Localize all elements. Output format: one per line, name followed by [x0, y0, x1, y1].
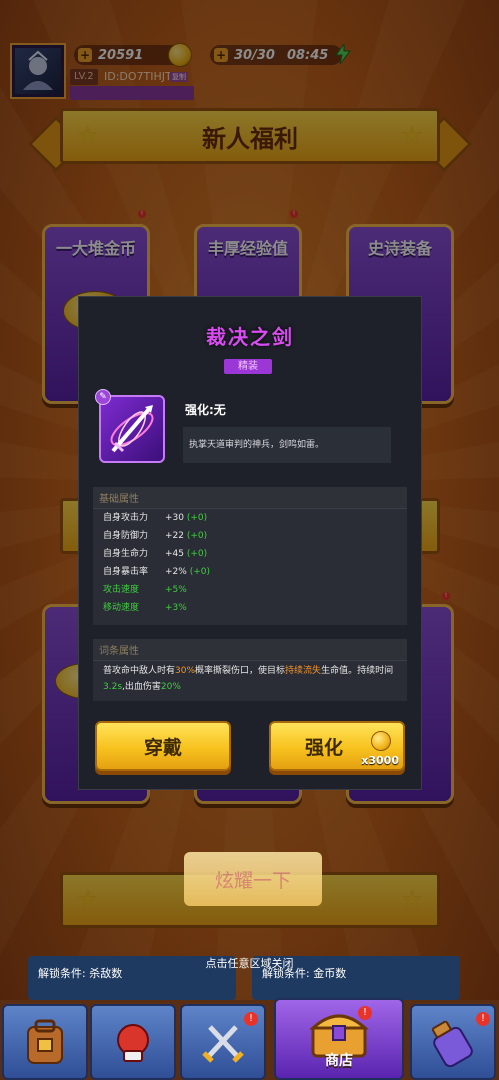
extra-stat-row: 移动速度 +3%: [103, 601, 383, 615]
enhance-button[interactable]: 强化 x3000: [269, 721, 405, 771]
boxing-glove-icon: [117, 1024, 149, 1062]
stat-value: +30 (+0): [165, 513, 208, 523]
backpack-icon: [27, 1019, 63, 1064]
stat-name: 自身暴击率: [103, 567, 149, 577]
coin-icon: [371, 731, 391, 751]
nav-item-battle[interactable]: !: [180, 1004, 266, 1080]
sword-icon: [110, 405, 154, 453]
stat-name: 攻击速度: [103, 585, 140, 595]
base-stats-section: 基础属性 自身攻击力 +30 (+0) 自身防御力 +22 (+0) 自身生命力…: [93, 487, 407, 625]
item-icon-frame: [99, 395, 165, 463]
show-off-button[interactable]: 炫耀一下: [184, 852, 322, 906]
item-description: 执掌天道审判的神兵，剑鸣如雷。: [183, 427, 391, 463]
nav-item-bag[interactable]: [2, 1004, 88, 1080]
nav-item-potion[interactable]: !: [410, 1004, 496, 1080]
equip-button[interactable]: 穿戴: [95, 721, 231, 771]
stat-name: 移动速度: [103, 603, 140, 613]
stat-row: 自身暴击率 +2% (+0): [103, 565, 383, 579]
crossed-swords-icon: [202, 1025, 244, 1063]
extra-stat-row: 攻击速度 +5%: [103, 583, 383, 597]
section-title: 基础属性: [93, 487, 407, 509]
stat-name: 自身攻击力: [103, 513, 149, 523]
section-title: 词条属性: [93, 639, 407, 661]
nav-item-shop[interactable]: ! 商店: [274, 998, 404, 1080]
close-hint: 点击任意区域关闭: [205, 957, 294, 970]
stat-value: +45 (+0): [165, 549, 208, 559]
stat-value: +5%: [165, 585, 187, 595]
equip-label: 穿戴: [143, 736, 182, 759]
alert-dot: !: [358, 1006, 372, 1020]
show-off-label: 炫耀一下: [214, 869, 291, 892]
alert-dot: !: [244, 1012, 258, 1026]
stat-row: 自身生命力 +45 (+0): [103, 547, 383, 561]
enhance-cost: x3000: [361, 754, 399, 767]
alert-dot: !: [476, 1012, 490, 1026]
stat-value: +2% (+0): [165, 567, 210, 577]
entry-stats-section: 词条属性 普攻命中敌人时有30%概率撕裂伤口，使目标持续流失生命值。持续时间3.…: [93, 639, 407, 701]
stat-row: 自身攻击力 +30 (+0): [103, 511, 383, 525]
item-detail-dialog: 裁决之剑 精装 ✎ 强化:无 执掌天道审判的神兵，剑鸣如雷。 基础属性 自身攻击…: [78, 296, 422, 790]
pencil-icon: ✎: [95, 389, 111, 405]
stat-value: +3%: [165, 603, 187, 613]
enhance-label: 强化: [304, 736, 343, 759]
stat-name: 自身防御力: [103, 531, 149, 541]
bottom-nav: ! ! 商店 !: [0, 998, 499, 1080]
stat-row: 自身防御力 +22 (+0): [103, 529, 383, 543]
stat-name: 自身生命力: [103, 549, 149, 559]
nav-label-shop: 商店: [325, 1053, 353, 1069]
enhance-level: 强化:无: [185, 403, 226, 417]
description-text: 执掌天道审判的神兵，剑鸣如雷。: [189, 440, 325, 450]
potion-icon: [431, 1020, 473, 1067]
entry-description: 普攻命中敌人时有30%概率撕裂伤口，使目标持续流失生命值。持续时间3.2s,出血…: [103, 666, 394, 692]
stat-value: +22 (+0): [165, 531, 208, 541]
quality-badge: 精装: [224, 359, 272, 374]
item-name: 裁决之剑: [206, 325, 294, 349]
nav-item-gear[interactable]: [90, 1004, 176, 1080]
